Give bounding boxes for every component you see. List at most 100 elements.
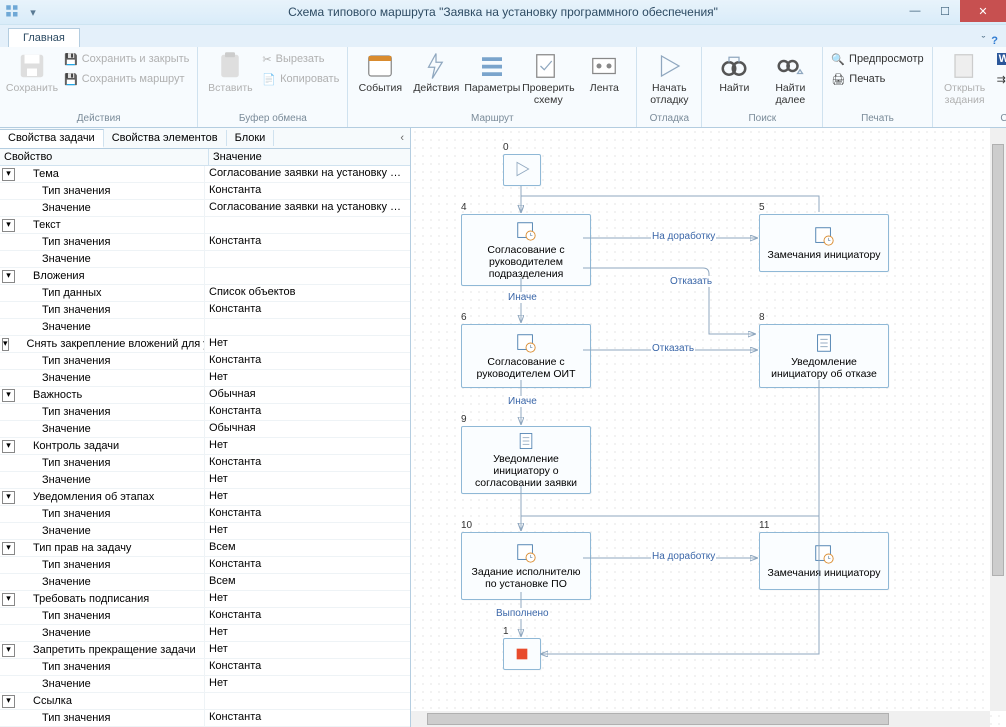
- distribute-button[interactable]: ⇉Распространить: [995, 69, 1006, 89]
- save-close-button[interactable]: 💾Сохранить и закрыть: [62, 49, 191, 69]
- prop-row[interactable]: ▾Тип прав на задачуВсем: [0, 540, 410, 557]
- prop-row[interactable]: Тип значенияКонстанта: [0, 659, 410, 676]
- expand-icon[interactable]: ▾: [2, 270, 15, 283]
- tab-task-props[interactable]: Свойства задачи: [0, 129, 104, 148]
- copy-button[interactable]: 📄Копировать: [260, 69, 341, 89]
- save-route-button[interactable]: 💾Сохранить маршрут: [62, 69, 191, 89]
- prop-row[interactable]: ▾Требовать подписанияНет: [0, 591, 410, 608]
- group-debug-label: Отладка: [643, 113, 695, 125]
- minimize-button[interactable]: —: [900, 0, 930, 22]
- prop-row[interactable]: ▾Текст: [0, 217, 410, 234]
- expand-icon[interactable]: ▾: [2, 491, 15, 504]
- prop-row[interactable]: ЗначениеСогласование заявки на установку…: [0, 200, 410, 217]
- save-route-icon: 💾: [64, 73, 78, 86]
- doings-button[interactable]: Действия: [410, 49, 462, 95]
- canvas-scrollbar-h[interactable]: [411, 711, 990, 727]
- prop-row[interactable]: ЗначениеНет: [0, 523, 410, 540]
- qat-dropdown-icon[interactable]: ▾: [24, 3, 42, 21]
- prop-row[interactable]: ЗначениеНет: [0, 625, 410, 642]
- prop-row[interactable]: Значение: [0, 319, 410, 336]
- node-5[interactable]: Замечания инициатору: [759, 214, 889, 272]
- find-next-button[interactable]: Найти далее: [764, 49, 816, 106]
- prop-row[interactable]: Тип значенияКонстанта: [0, 234, 410, 251]
- group-actions-label: Действия: [6, 113, 191, 125]
- expand-icon[interactable]: ▾: [2, 695, 15, 708]
- group-clipboard-label: Буфер обмена: [204, 113, 341, 125]
- prop-row[interactable]: Тип данныхСписок объектов: [0, 285, 410, 302]
- prop-row[interactable]: Тип значенияКонстанта: [0, 404, 410, 421]
- binoculars-icon: [719, 51, 749, 81]
- close-button[interactable]: ✕: [960, 0, 1006, 22]
- qat-app-icon[interactable]: [4, 3, 22, 21]
- prop-row[interactable]: ▾Ссылка: [0, 693, 410, 710]
- params-button[interactable]: Параметры: [466, 49, 518, 95]
- prop-row[interactable]: ЗначениеНет: [0, 676, 410, 693]
- prop-row[interactable]: ЗначениеНет: [0, 370, 410, 387]
- property-grid[interactable]: СвойствоЗначение ▾ТемаСогласование заявк…: [0, 149, 410, 727]
- print-button[interactable]: 🖨Печать: [829, 69, 925, 89]
- save-button[interactable]: Сохранить: [6, 49, 58, 95]
- node-10[interactable]: Задание исполнителю по установке ПО: [461, 532, 591, 600]
- prop-row[interactable]: Тип значенияКонстанта: [0, 183, 410, 200]
- preview-button[interactable]: 🔍Предпросмотр: [829, 49, 925, 69]
- ribbon: Главная ˇ ? Сохранить 💾Сохранить и закры…: [0, 25, 1006, 128]
- prop-row[interactable]: ЗначениеОбычная: [0, 421, 410, 438]
- tab-blocks[interactable]: Блоки: [227, 130, 275, 146]
- prop-row[interactable]: ▾Вложения: [0, 268, 410, 285]
- flow-canvas[interactable]: 0 4 Согласование с руководителем подразд…: [411, 128, 1006, 727]
- prop-row[interactable]: ▾Запретить прекращение задачиНет: [0, 642, 410, 659]
- expand-icon[interactable]: ▾: [2, 644, 15, 657]
- expand-icon[interactable]: ▾: [2, 440, 15, 453]
- check-button[interactable]: Проверить схему: [522, 49, 574, 106]
- panel-collapse-icon[interactable]: ‹: [394, 132, 410, 144]
- prop-row[interactable]: ▾Снять закрепление вложений для удал...Н…: [0, 336, 410, 353]
- prop-row[interactable]: ▾ВажностьОбычная: [0, 387, 410, 404]
- expand-icon[interactable]: ▾: [2, 219, 15, 232]
- prop-row[interactable]: ▾Уведомления об этапахНет: [0, 489, 410, 506]
- task-clock-icon: [813, 543, 835, 565]
- prop-row[interactable]: Тип значенияКонстанта: [0, 353, 410, 370]
- cut-button[interactable]: ✂Вырезать: [260, 49, 341, 69]
- node-6[interactable]: Согласование с руководителем ОИТ: [461, 324, 591, 388]
- stop-icon: [514, 646, 530, 662]
- expand-icon[interactable]: ▾: [2, 542, 15, 555]
- prop-row[interactable]: Тип значенияКонстанта: [0, 455, 410, 472]
- distribute-icon: ⇉: [997, 73, 1006, 86]
- prop-row[interactable]: Тип значенияКонстанта: [0, 302, 410, 319]
- events-button[interactable]: События: [354, 49, 406, 95]
- prop-row[interactable]: ▾ТемаСогласование заявки на установку пр…: [0, 166, 410, 183]
- prop-row[interactable]: Значение: [0, 251, 410, 268]
- task-clock-icon: [515, 220, 537, 242]
- ribbon-collapse-icon[interactable]: ˇ: [982, 35, 986, 47]
- node-9[interactable]: Уведомление инициатору о согласовании за…: [461, 426, 591, 494]
- expand-icon[interactable]: ▾: [2, 168, 15, 181]
- help-icon[interactable]: ?: [991, 35, 998, 47]
- prop-row[interactable]: Тип значенияКонстанта: [0, 608, 410, 625]
- expand-icon[interactable]: ▾: [2, 593, 15, 606]
- tape-button[interactable]: Лента: [578, 49, 630, 95]
- prop-row[interactable]: ЗначениеНет: [0, 472, 410, 489]
- expand-icon[interactable]: ▾: [2, 338, 9, 351]
- node-start[interactable]: [503, 154, 541, 186]
- node-10-label: Задание исполнителю по установке ПО: [466, 566, 586, 590]
- tab-element-props[interactable]: Свойства элементов: [104, 130, 227, 146]
- check-icon: [533, 51, 563, 81]
- node-4[interactable]: Согласование с руководителем подразделен…: [461, 214, 591, 286]
- expand-icon[interactable]: ▾: [2, 389, 15, 402]
- prop-row[interactable]: Тип значенияКонстанта: [0, 557, 410, 574]
- export-word-button[interactable]: WЭкспорт в Word: [995, 49, 1006, 69]
- paste-button[interactable]: Вставить: [204, 49, 256, 95]
- debug-button[interactable]: Начать отладку: [643, 49, 695, 106]
- ribbon-tab-main[interactable]: Главная: [8, 28, 80, 47]
- canvas-scrollbar-v[interactable]: [990, 128, 1006, 711]
- find-button[interactable]: Найти: [708, 49, 760, 95]
- node-end[interactable]: [503, 638, 541, 670]
- prop-row[interactable]: ЗначениеВсем: [0, 574, 410, 591]
- prop-row[interactable]: Тип значенияКонстанта: [0, 506, 410, 523]
- prop-row[interactable]: Тип значенияКонстанта: [0, 710, 410, 727]
- node-11[interactable]: Замечания инициатору: [759, 532, 889, 590]
- node-8[interactable]: Уведомление инициатору об отказе: [759, 324, 889, 388]
- open-task-button[interactable]: Открыть задания: [939, 49, 991, 106]
- maximize-button[interactable]: ☐: [930, 0, 960, 22]
- prop-row[interactable]: ▾Контроль задачиНет: [0, 438, 410, 455]
